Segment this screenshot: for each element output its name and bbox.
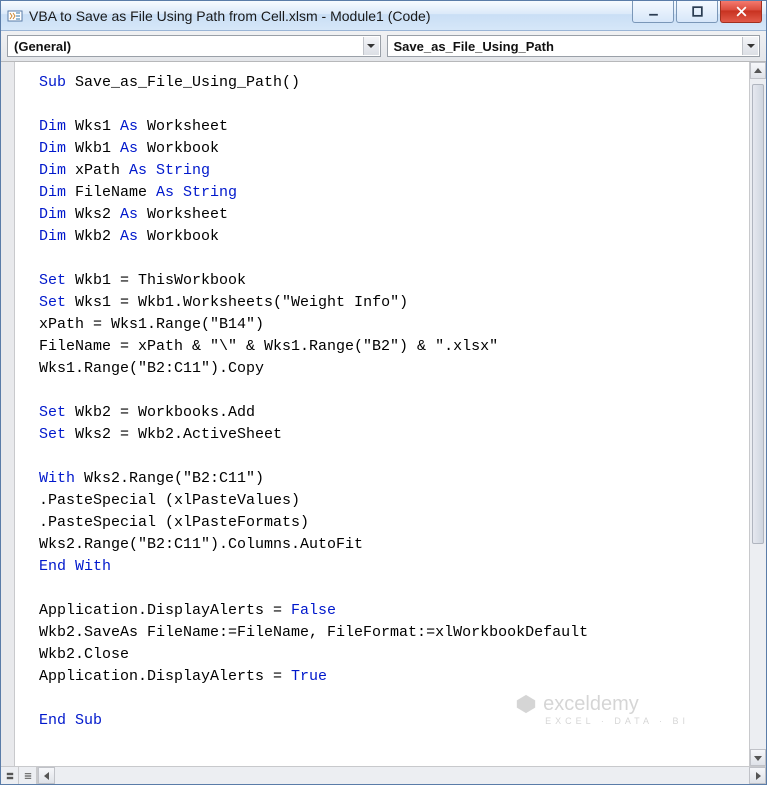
scroll-right-button[interactable] <box>749 767 766 784</box>
vertical-scrollbar[interactable] <box>749 62 766 766</box>
object-dropdown[interactable]: (General) <box>7 35 381 57</box>
vba-module-icon <box>7 8 23 24</box>
window-buttons <box>632 1 766 30</box>
full-module-view-button[interactable] <box>19 767 37 784</box>
chevron-down-icon <box>363 37 379 55</box>
scroll-up-button[interactable] <box>750 62 766 79</box>
maximize-button[interactable] <box>676 1 718 23</box>
code-area: Sub Save_as_File_Using_Path() Dim Wks1 A… <box>1 62 766 766</box>
procedure-dropdown-value: Save_as_File_Using_Path <box>394 39 554 54</box>
margin-indicator-bar[interactable] <box>1 62 15 766</box>
bottom-scrollbar-area <box>1 766 766 784</box>
scroll-left-button[interactable] <box>38 767 55 784</box>
close-button[interactable] <box>720 1 762 23</box>
titlebar[interactable]: VBA to Save as File Using Path from Cell… <box>1 1 766 31</box>
minimize-button[interactable] <box>632 1 674 23</box>
scroll-thumb[interactable] <box>752 84 764 544</box>
window-title: VBA to Save as File Using Path from Cell… <box>29 8 632 24</box>
object-dropdown-value: (General) <box>14 39 71 54</box>
vba-code-window: VBA to Save as File Using Path from Cell… <box>0 0 767 785</box>
procedure-selector-row: (General) Save_as_File_Using_Path <box>1 31 766 62</box>
horizontal-scrollbar[interactable] <box>38 767 766 784</box>
chevron-down-icon <box>742 37 758 55</box>
scroll-down-button[interactable] <box>750 749 766 766</box>
code-editor[interactable]: Sub Save_as_File_Using_Path() Dim Wks1 A… <box>15 62 749 766</box>
code-content[interactable]: Sub Save_as_File_Using_Path() Dim Wks1 A… <box>39 72 741 732</box>
procedure-dropdown[interactable]: Save_as_File_Using_Path <box>387 35 761 57</box>
procedure-view-button[interactable] <box>1 767 19 784</box>
